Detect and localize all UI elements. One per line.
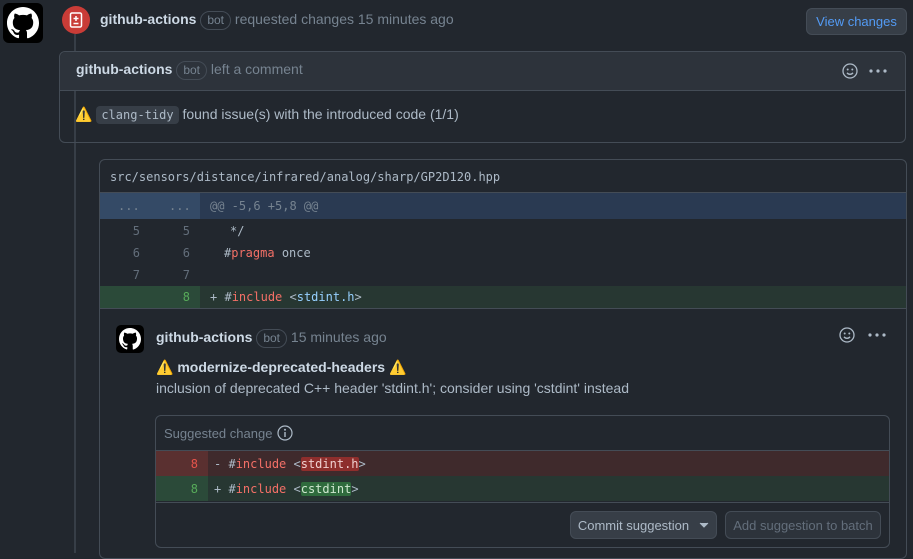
diff-divider — [100, 308, 906, 309]
warning-icon: ⚠️ — [156, 359, 174, 375]
add-to-batch-button[interactable]: Add suggestion to batch — [725, 511, 881, 539]
diff-line: 7 7 — [132, 268, 190, 282]
kebab-menu-icon[interactable] — [866, 325, 888, 345]
inline-author[interactable]: github-actions — [156, 329, 252, 345]
review-time[interactable]: 15 minutes ago — [358, 11, 454, 27]
comment-header: github-actions bot left a comment — [76, 61, 303, 80]
github-logo-icon — [7, 7, 39, 39]
github-logo-icon — [119, 328, 141, 350]
suggestion-removed-line: 8 - #include <stdint.h> — [156, 451, 889, 476]
warning-icon: ⚠️ — [75, 106, 93, 122]
info-icon[interactable] — [277, 425, 294, 441]
tool-code: clang-tidy — [96, 106, 179, 124]
review-status-icon — [62, 6, 90, 34]
diff-line: 6 6 #pragma once — [132, 246, 311, 260]
review-author[interactable]: github-actions — [100, 11, 196, 27]
reaction-smiley-icon[interactable] — [840, 61, 860, 81]
inline-time[interactable]: 15 minutes ago — [291, 329, 387, 345]
hunk-text: @@ -5,6 +5,8 @@ — [210, 199, 319, 213]
warning-icon: ⚠️ — [388, 359, 407, 375]
file-path[interactable]: src/sensors/distance/infrared/analog/sha… — [110, 170, 500, 184]
suggestion-added-line: 8 + #include <cstdint> — [156, 476, 889, 501]
hunk-expand-right[interactable]: ... — [169, 199, 191, 213]
review-action: requested changes — [234, 11, 354, 27]
comment-message: found issue(s) with the introduced code … — [182, 106, 459, 122]
diff-line: 5 5 */ — [132, 224, 245, 238]
bot-badge: bot — [176, 61, 208, 80]
hunk-expand-left[interactable]: ... — [118, 199, 140, 213]
chevron-down-icon — [699, 522, 709, 528]
diff-line-added: 8 + #include <stdint.h> — [100, 286, 906, 308]
bot-badge: bot — [256, 329, 288, 348]
view-changes-button[interactable]: View changes — [806, 8, 907, 35]
suggestion-header: Suggested change — [164, 425, 294, 441]
kebab-menu-icon[interactable] — [867, 61, 889, 81]
suggestion-footer-divider — [156, 502, 889, 503]
hunk-header: ... ... @@ -5,6 +5,8 @@ — [100, 193, 906, 219]
file-diff-icon — [69, 12, 83, 28]
commit-suggestion-button[interactable]: Commit suggestion — [570, 511, 717, 539]
inline-title: ⚠️ modernize-deprecated-headers ⚠️ — [156, 359, 407, 375]
comment-action: left a comment — [210, 61, 303, 77]
review-header: github-actions bot requested changes 15 … — [100, 11, 454, 30]
comment-body: ⚠️ clang-tidy found issue(s) with the in… — [75, 106, 459, 124]
reaction-smiley-icon[interactable] — [837, 325, 857, 345]
comment-author[interactable]: github-actions — [76, 61, 172, 77]
inline-header: github-actions bot 15 minutes ago — [156, 329, 387, 348]
inline-avatar[interactable] — [116, 325, 144, 353]
avatar[interactable] — [3, 3, 43, 43]
bot-badge: bot — [200, 11, 232, 30]
inline-body: inclusion of deprecated C++ header 'stdi… — [156, 380, 629, 396]
